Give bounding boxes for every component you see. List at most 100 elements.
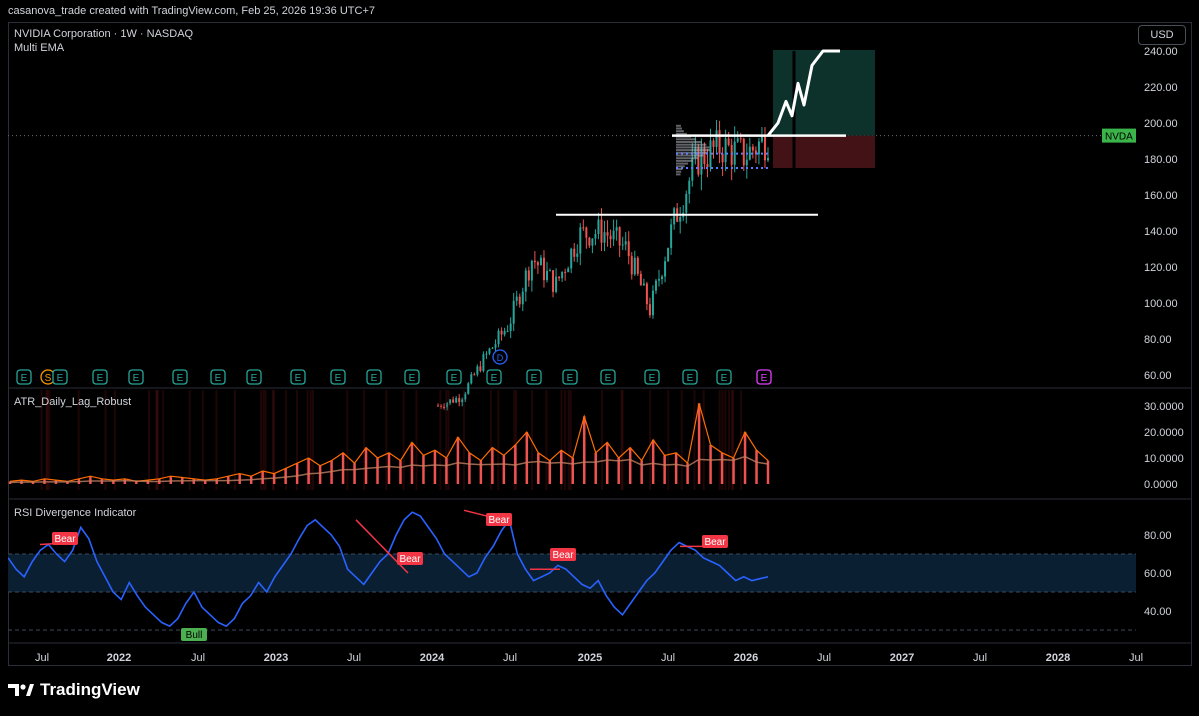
price-candle bbox=[670, 224, 673, 248]
time-axis-tick: Jul bbox=[503, 652, 517, 664]
price-axis-tick: 220.00 bbox=[1144, 82, 1178, 94]
chart-credit: casanova_trade created with TradingView.… bbox=[8, 5, 375, 17]
earnings-marker-letter: E bbox=[567, 373, 574, 384]
price-candle bbox=[539, 257, 542, 266]
price-candle bbox=[494, 344, 497, 348]
price-candle bbox=[654, 280, 657, 291]
price-candle bbox=[482, 354, 485, 371]
atr-highlight-band bbox=[649, 390, 652, 490]
price-candle bbox=[706, 163, 709, 168]
projection-target-box bbox=[773, 50, 875, 136]
price-candle bbox=[503, 331, 506, 335]
price-candle bbox=[757, 141, 760, 155]
price-candle bbox=[491, 347, 494, 349]
dividend-marker-letter: D bbox=[497, 353, 504, 363]
earnings-marker-letter: E bbox=[97, 373, 104, 384]
price-candle bbox=[536, 262, 539, 266]
atr-highlight-band bbox=[718, 390, 721, 490]
price-candle bbox=[712, 140, 715, 147]
earnings-marker-letter: E bbox=[295, 373, 302, 384]
price-axis-tick: 140.00 bbox=[1144, 226, 1178, 238]
price-axis-tick: 180.00 bbox=[1144, 154, 1178, 166]
time-axis-tick: Jul bbox=[347, 652, 361, 664]
volume-profile-bar bbox=[676, 127, 683, 130]
price-candle bbox=[527, 270, 530, 281]
price-candle bbox=[515, 296, 518, 301]
price-candle bbox=[667, 247, 670, 262]
atr-axis-tick: 20.0000 bbox=[1144, 427, 1184, 439]
time-axis-tick: 2023 bbox=[264, 652, 288, 664]
price-candle bbox=[558, 276, 561, 279]
price-candle bbox=[564, 271, 567, 273]
price-candle bbox=[582, 227, 585, 229]
tradingview-logo: TradingView bbox=[8, 680, 140, 700]
price-candle bbox=[518, 296, 521, 305]
price-candle bbox=[636, 257, 639, 274]
rsi-signal-label: Bear bbox=[704, 537, 726, 548]
rsi-signal-label: Bear bbox=[488, 515, 510, 526]
price-candle bbox=[697, 147, 700, 175]
price-candle bbox=[721, 153, 724, 163]
price-candle bbox=[567, 268, 570, 273]
price-candle bbox=[745, 159, 748, 166]
atr-highlight-band bbox=[162, 390, 165, 490]
earnings-marker-letter: E bbox=[409, 373, 416, 384]
tradingview-logo-icon bbox=[8, 684, 34, 696]
atr-highlight-band bbox=[312, 390, 315, 490]
volume-profile-bar bbox=[676, 138, 697, 141]
earnings-marker: E bbox=[330, 369, 346, 385]
price-candle bbox=[751, 146, 754, 151]
time-axis-tick: Jul bbox=[35, 652, 49, 664]
price-candle bbox=[733, 141, 736, 165]
price-candle bbox=[588, 237, 591, 246]
volume-profile-bar bbox=[676, 173, 681, 176]
currency-button[interactable]: USD bbox=[1138, 25, 1186, 45]
time-axis-tick: Jul bbox=[661, 652, 675, 664]
price-candle bbox=[506, 331, 509, 333]
price-candle bbox=[730, 144, 733, 165]
price-candle bbox=[524, 270, 527, 292]
price-candle bbox=[748, 146, 751, 160]
price-candle bbox=[651, 290, 654, 316]
atr-axis-tick: 30.0000 bbox=[1144, 401, 1184, 413]
price-candle bbox=[512, 300, 515, 324]
price-candle bbox=[673, 208, 676, 225]
chart-canvas[interactable]: 60.00 80.00 100.00 120.00 140.00 160.00 180.00… bbox=[8, 22, 1192, 666]
price-candle bbox=[648, 304, 651, 316]
price-axis-tick: 200.00 bbox=[1144, 118, 1178, 130]
rsi-signal-label: Bear bbox=[552, 550, 574, 561]
price-legend-title: NVIDIA Corporation · 1W · NASDAQ bbox=[14, 28, 194, 40]
atr-highlight-band bbox=[156, 390, 159, 490]
rsi-axis-tick: 80.00 bbox=[1144, 530, 1172, 542]
price-candle bbox=[437, 405, 439, 407]
atr-highlight-band bbox=[567, 390, 570, 490]
projection-stop-box bbox=[773, 135, 875, 168]
time-axis-tick: 2022 bbox=[107, 652, 131, 664]
earnings-marker: E bbox=[716, 369, 732, 385]
price-candle bbox=[724, 138, 727, 163]
rsi-signal-label: Bear bbox=[54, 534, 76, 545]
price-candle bbox=[727, 138, 730, 145]
earnings-marker: E bbox=[446, 369, 462, 385]
price-candle bbox=[591, 238, 594, 246]
rsi-signal-label: Bear bbox=[399, 554, 421, 565]
volume-profile-bar bbox=[676, 141, 702, 143]
price-candle bbox=[549, 270, 552, 272]
atr-highlight-band bbox=[693, 390, 696, 490]
earnings-marker: E bbox=[366, 369, 382, 385]
earnings-marker: E bbox=[246, 369, 262, 385]
price-candle bbox=[576, 253, 579, 257]
price-candle bbox=[555, 276, 558, 292]
volume-profile-bar bbox=[676, 170, 682, 173]
atr-highlight-band bbox=[680, 390, 683, 490]
atr-legend-title: ATR_Daily_Lag_Robust bbox=[14, 396, 132, 408]
atr-highlight-band bbox=[201, 390, 204, 490]
earnings-marker: E bbox=[92, 369, 108, 385]
earnings-marker-letter: S bbox=[45, 373, 52, 384]
volume-profile-bar bbox=[676, 146, 710, 149]
earnings-marker-letter: E bbox=[215, 373, 222, 384]
price-candle bbox=[639, 273, 642, 286]
price-candle bbox=[561, 271, 564, 279]
atr-highlight-band bbox=[264, 390, 267, 490]
price-candle bbox=[624, 241, 627, 245]
